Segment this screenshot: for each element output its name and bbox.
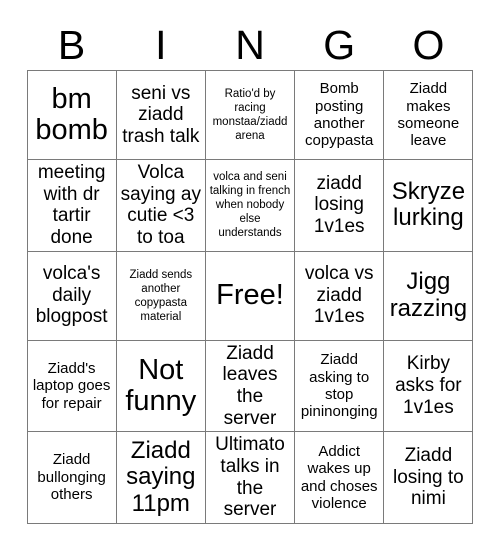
bingo-cell[interactable]: Ziadd makes someone leave	[383, 70, 474, 160]
bingo-cell-label: volca's daily blogpost	[35, 263, 108, 328]
bingo-cell-label: Ziadd sends another copypasta material	[129, 268, 193, 323]
bingo-cell[interactable]: Ziadd's laptop goes for repair	[26, 339, 117, 433]
bingo-cell-label: bm bomb	[35, 82, 108, 146]
bingo-header-letter-b: B	[57, 22, 86, 68]
bingo-header-letter-i: I	[155, 22, 167, 68]
bingo-free-space-label: Free!	[216, 278, 284, 311]
bingo-cell[interactable]: Volca saying ay cutie <3 to toa	[115, 159, 206, 252]
bingo-cell-label: volca vs ziadd 1v1es	[304, 263, 374, 328]
bingo-cell-label: Volca saying ay cutie <3 to toa	[120, 162, 201, 248]
bingo-row: volca's daily blogpost Ziadd sends anoth…	[26, 250, 474, 341]
bingo-cell[interactable]: seni vs ziadd trash talk	[115, 70, 206, 160]
bingo-header-letter-g: G	[323, 22, 356, 68]
bingo-cell-label: Jigg razzing	[389, 268, 468, 322]
bingo-cell-label: Ziadd leaves the server	[222, 342, 278, 429]
bingo-cell[interactable]: Ziadd bullonging others	[26, 431, 117, 524]
bingo-cell[interactable]: Ziadd leaves the server	[204, 339, 296, 433]
bingo-row: Ziadd bullonging others Ziadd saying 11p…	[26, 431, 474, 524]
bingo-cell[interactable]: Bomb posting another copypasta	[294, 70, 385, 160]
bingo-cell-label: seni vs ziadd trash talk	[122, 82, 200, 147]
bingo-grid-body: bm bomb seni vs ziadd trash talk Ratio'd…	[26, 70, 474, 524]
bingo-card: B I N G O bm bomb seni vs ziadd trash ta…	[0, 0, 500, 544]
bingo-cell[interactable]: bm bomb	[26, 70, 117, 160]
bingo-cell[interactable]: meeting with dr tartir done	[26, 159, 117, 252]
bingo-cell-label: Ultimato talks in the server	[215, 434, 285, 521]
bingo-cell[interactable]: volca's daily blogpost	[26, 250, 117, 341]
bingo-cell[interactable]: Ziadd asking to stop pininonging	[294, 339, 385, 433]
bingo-cell-label: volca and seni talking in french when no…	[209, 171, 291, 240]
bingo-header-letter-n: N	[235, 22, 265, 68]
bingo-cell[interactable]: Jigg razzing	[383, 250, 474, 341]
bingo-row: bm bomb seni vs ziadd trash talk Ratio'd…	[26, 70, 474, 160]
bingo-cell[interactable]: volca vs ziadd 1v1es	[294, 250, 385, 341]
bingo-cell[interactable]: Skryze lurking	[383, 159, 474, 252]
bingo-cell[interactable]: Ziadd saying 11pm	[115, 431, 206, 524]
bingo-cell-label: Ziadd asking to stop pininonging	[300, 351, 378, 421]
bingo-cell-label: Ziadd's laptop goes for repair	[32, 359, 111, 412]
bingo-cell-label: Skryze lurking	[391, 177, 466, 232]
bingo-cell-label: Ziadd saying 11pm	[126, 436, 196, 517]
bingo-header: B I N G O	[27, 0, 473, 68]
bingo-cell-label: Ziadd bullonging others	[37, 451, 106, 504]
bingo-cell-label: Addict wakes up and choses violence	[300, 442, 378, 512]
bingo-cell-label: Ziadd makes someone leave	[397, 80, 460, 150]
bingo-cell[interactable]: Ultimato talks in the server	[204, 431, 296, 524]
bingo-cell-label: meeting with dr tartir done	[37, 162, 106, 248]
bingo-cell[interactable]: Not funny	[115, 339, 206, 433]
bingo-grid: bm bomb seni vs ziadd trash talk Ratio'd…	[26, 70, 474, 524]
bingo-cell-label: Ratio'd by racing monstaa/ziadd arena	[212, 87, 288, 143]
bingo-free-space[interactable]: Free!	[204, 250, 296, 341]
bingo-cell[interactable]: ziadd losing 1v1es	[294, 159, 385, 252]
bingo-cell[interactable]: Ratio'd by racing monstaa/ziadd arena	[204, 70, 296, 160]
bingo-cell[interactable]: Ziadd sends another copypasta material	[115, 250, 206, 341]
bingo-header-letter-o: O	[412, 22, 445, 68]
bingo-cell-label: Bomb posting another copypasta	[304, 80, 374, 150]
bingo-cell-label: ziadd losing 1v1es	[313, 172, 365, 238]
bingo-cell[interactable]: volca and seni talking in french when no…	[204, 159, 296, 252]
bingo-cell-label: Kirby asks for 1v1es	[395, 353, 462, 418]
bingo-cell[interactable]: Ziadd losing to nimi	[383, 431, 474, 524]
bingo-cell[interactable]: Addict wakes up and choses violence	[294, 431, 385, 524]
bingo-cell[interactable]: Kirby asks for 1v1es	[383, 339, 474, 433]
bingo-cell-label: Not funny	[125, 353, 197, 417]
bingo-row: Ziadd's laptop goes for repair Not funny…	[26, 339, 474, 433]
bingo-row: meeting with dr tartir done Volca saying…	[26, 159, 474, 252]
bingo-cell-label: Ziadd losing to nimi	[392, 445, 464, 510]
